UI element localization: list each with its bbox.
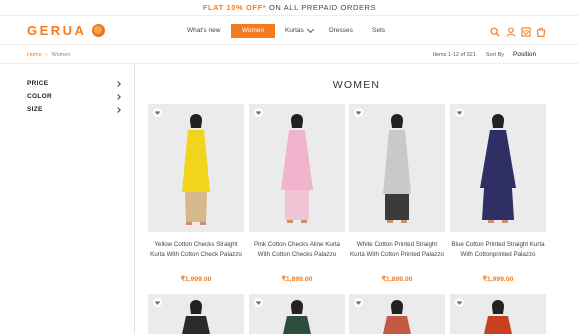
wishlist-heart-icon[interactable]: [254, 108, 263, 117]
model-illustration: [383, 114, 411, 223]
product-price: ₹1,899.00: [381, 276, 413, 283]
promo-highlight: FLAT 10% OFF*: [202, 3, 267, 12]
product-image[interactable]: [249, 104, 345, 232]
product-name[interactable]: Yellow Cotton Checks Straight Kurta With…: [148, 240, 244, 259]
product-bottom-shape: [185, 192, 207, 222]
product-kurta-shape: [484, 316, 512, 334]
product-image[interactable]: [450, 104, 546, 232]
product-price: ₹1,999.00: [482, 276, 514, 283]
sidebar-divider: [134, 64, 135, 334]
product-name[interactable]: White Cotton Printed Straight Kurta With…: [349, 240, 445, 259]
model-illustration: [383, 300, 411, 334]
nav-whats-new[interactable]: What's new: [187, 24, 220, 38]
nav-dresses[interactable]: Dresses: [329, 24, 353, 38]
wishlist-heart-icon[interactable]: [354, 298, 363, 307]
cart-icon[interactable]: [536, 27, 546, 37]
product-image[interactable]: [148, 294, 244, 334]
filter-size[interactable]: SIZE: [27, 106, 43, 113]
logo-emblem-icon: [92, 24, 105, 37]
header-divider: [0, 63, 579, 64]
chevron-right-icon[interactable]: [115, 107, 121, 113]
chevron-right-icon[interactable]: [115, 81, 121, 87]
page-title: WOMEN: [332, 79, 381, 91]
model-illustration: [182, 300, 210, 334]
product-image[interactable]: [148, 104, 244, 232]
product-kurta-shape: [281, 130, 313, 190]
wishlist-heart-icon[interactable]: [354, 108, 363, 117]
product-bottom-shape: [285, 190, 309, 220]
chevron-right-icon[interactable]: [115, 94, 121, 100]
product-name[interactable]: Pink Cotton Checks Aline Kurta With Cott…: [249, 240, 345, 259]
product-name[interactable]: Blue Cotton Printed Straight Kurta With …: [450, 240, 546, 259]
promo-banner: FLAT 10% OFF* ON ALL PREPAID ORDERS: [0, 0, 579, 16]
product-image[interactable]: [349, 294, 445, 334]
breadcrumb-current: Women: [51, 52, 71, 58]
filter-color[interactable]: COLOR: [27, 93, 52, 100]
sort-label: Sort By: [486, 52, 505, 58]
product-image[interactable]: [349, 104, 445, 232]
product-bottom-shape: [482, 188, 514, 220]
wishlist-heart-icon[interactable]: [455, 108, 464, 117]
model-illustration: [480, 114, 516, 223]
model-illustration: [182, 114, 210, 225]
search-icon[interactable]: [490, 27, 500, 37]
model-illustration: [283, 300, 311, 334]
wishlist-icon[interactable]: [521, 27, 531, 37]
breadcrumb-home[interactable]: Home: [27, 52, 42, 58]
wishlist-heart-icon[interactable]: [153, 298, 162, 307]
breadcrumb: Home › Women: [27, 52, 70, 58]
wishlist-heart-icon[interactable]: [153, 108, 162, 117]
product-bottom-shape: [385, 194, 409, 220]
wishlist-heart-icon[interactable]: [455, 298, 464, 307]
product-kurta-shape: [383, 316, 411, 334]
product-image[interactable]: [450, 294, 546, 334]
nav-kurtas[interactable]: Kurtas: [285, 24, 304, 38]
product-kurta-shape: [182, 130, 210, 192]
nav-sets[interactable]: Sets: [372, 24, 385, 38]
product-price: ₹1,999.00: [180, 276, 212, 283]
model-illustration: [281, 114, 313, 223]
items-count: Items 1-12 of 321: [433, 52, 476, 58]
brand-logo[interactable]: GERUA: [27, 23, 86, 38]
wishlist-heart-icon[interactable]: [254, 298, 263, 307]
model-illustration: [484, 300, 512, 334]
product-image[interactable]: [249, 294, 345, 334]
filter-price[interactable]: PRICE: [27, 80, 48, 87]
product-price: ₹1,899.00: [281, 276, 313, 283]
breadcrumb-separator: ›: [45, 52, 48, 58]
product-kurta-shape: [383, 130, 411, 194]
product-kurta-shape: [480, 130, 516, 188]
user-icon[interactable]: [506, 27, 516, 37]
chevron-down-icon[interactable]: [306, 25, 315, 34]
product-kurta-shape: [182, 316, 210, 334]
promo-text: ON ALL PREPAID ORDERS: [266, 3, 377, 12]
nav-women[interactable]: Women: [231, 24, 275, 38]
site-header: GERUA What's new Women Kurtas Dresses Se…: [0, 17, 579, 45]
product-kurta-shape: [283, 316, 311, 334]
sort-select[interactable]: Position: [513, 51, 536, 58]
